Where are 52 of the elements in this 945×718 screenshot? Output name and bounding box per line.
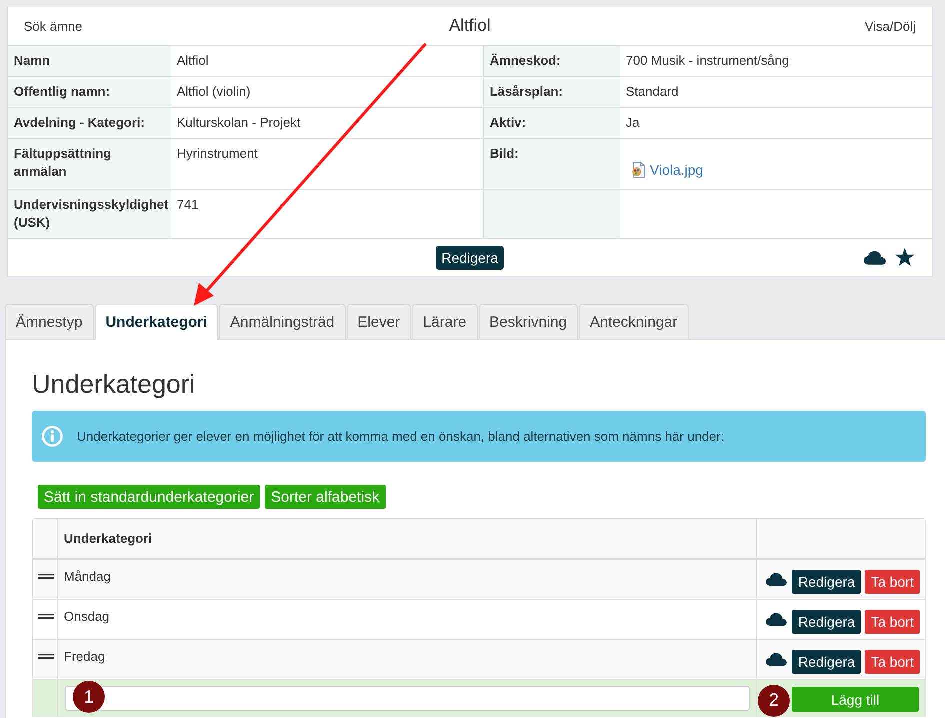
tab[interactable]: Elever	[346, 304, 412, 339]
field-label: Aktiv:	[483, 108, 620, 139]
star-icon[interactable]	[895, 248, 915, 267]
step-marker: 1	[73, 681, 105, 713]
field-label: Avdelning - Kategori:	[8, 108, 171, 139]
field-value: 700 Musik - instrument/sång	[620, 46, 932, 77]
cloud-icon[interactable]	[864, 250, 886, 264]
tab[interactable]: Underkategori	[94, 304, 218, 340]
info-icon	[42, 426, 63, 447]
drag-handle-icon[interactable]	[38, 614, 54, 619]
tab[interactable]: Ämnestyp	[5, 304, 94, 339]
cloud-icon[interactable]	[766, 573, 788, 586]
field-label: Bild:	[483, 139, 620, 190]
section-heading: Underkategori	[32, 369, 196, 399]
image-file-icon	[631, 162, 647, 178]
subject-title: Altfiol	[449, 16, 491, 36]
edit-button[interactable]: Redigera	[792, 570, 862, 594]
field-label: Offentlig namn:	[8, 77, 171, 108]
delete-button[interactable]: Ta bort	[865, 610, 920, 634]
search-subject-link[interactable]: Sök ämne	[24, 18, 83, 34]
tab[interactable]: Anteckningar	[579, 304, 689, 339]
edit-button[interactable]: Redigera	[792, 650, 862, 674]
column-header: Underkategori	[57, 519, 756, 558]
field-value: Ja	[620, 108, 932, 139]
drag-handle-icon[interactable]	[38, 654, 54, 659]
drag-handle-icon[interactable]	[38, 574, 54, 579]
edit-button[interactable]: Redigera	[436, 246, 504, 270]
new-subcategory-field[interactable]	[65, 686, 750, 711]
field-label: Ämneskod:	[483, 46, 620, 77]
field-label: Undervisningsskyldighet (USK)	[8, 190, 171, 239]
subcategory-name: Fredag	[64, 649, 106, 664]
field-value: Altfiol (violin)	[171, 77, 483, 108]
field-label: Namn	[8, 46, 171, 77]
tab[interactable]: Anmälningsträd	[219, 304, 346, 339]
info-text: Underkategorier ger elever en möjlighet för att komma med en önskan, bland alternativen som nämns här under:	[77, 429, 724, 444]
delete-button[interactable]: Ta bort	[865, 650, 920, 674]
step-marker: 2	[758, 684, 790, 716]
image-file-link[interactable]: Viola.jpg	[631, 161, 704, 179]
field-value: Standard	[620, 77, 932, 108]
field-label: Läsårsplan:	[483, 77, 620, 108]
edit-button[interactable]: Redigera	[792, 610, 862, 634]
tab[interactable]: Lärare	[412, 304, 478, 339]
subcategory-name: Måndag	[64, 569, 111, 584]
field-value: Altfiol	[171, 46, 483, 77]
field-value: Kulturskolan - Projekt	[171, 108, 483, 139]
cloud-icon[interactable]	[766, 613, 788, 626]
cloud-icon[interactable]	[766, 653, 788, 666]
show-hide-link[interactable]: Visa/Dölj	[864, 18, 916, 34]
field-label: Fältuppsättning anmälan	[8, 139, 171, 190]
tab[interactable]: Beskrivning	[478, 304, 578, 339]
subcategory-name: Onsdag	[64, 609, 110, 624]
delete-button[interactable]: Ta bort	[865, 570, 920, 594]
